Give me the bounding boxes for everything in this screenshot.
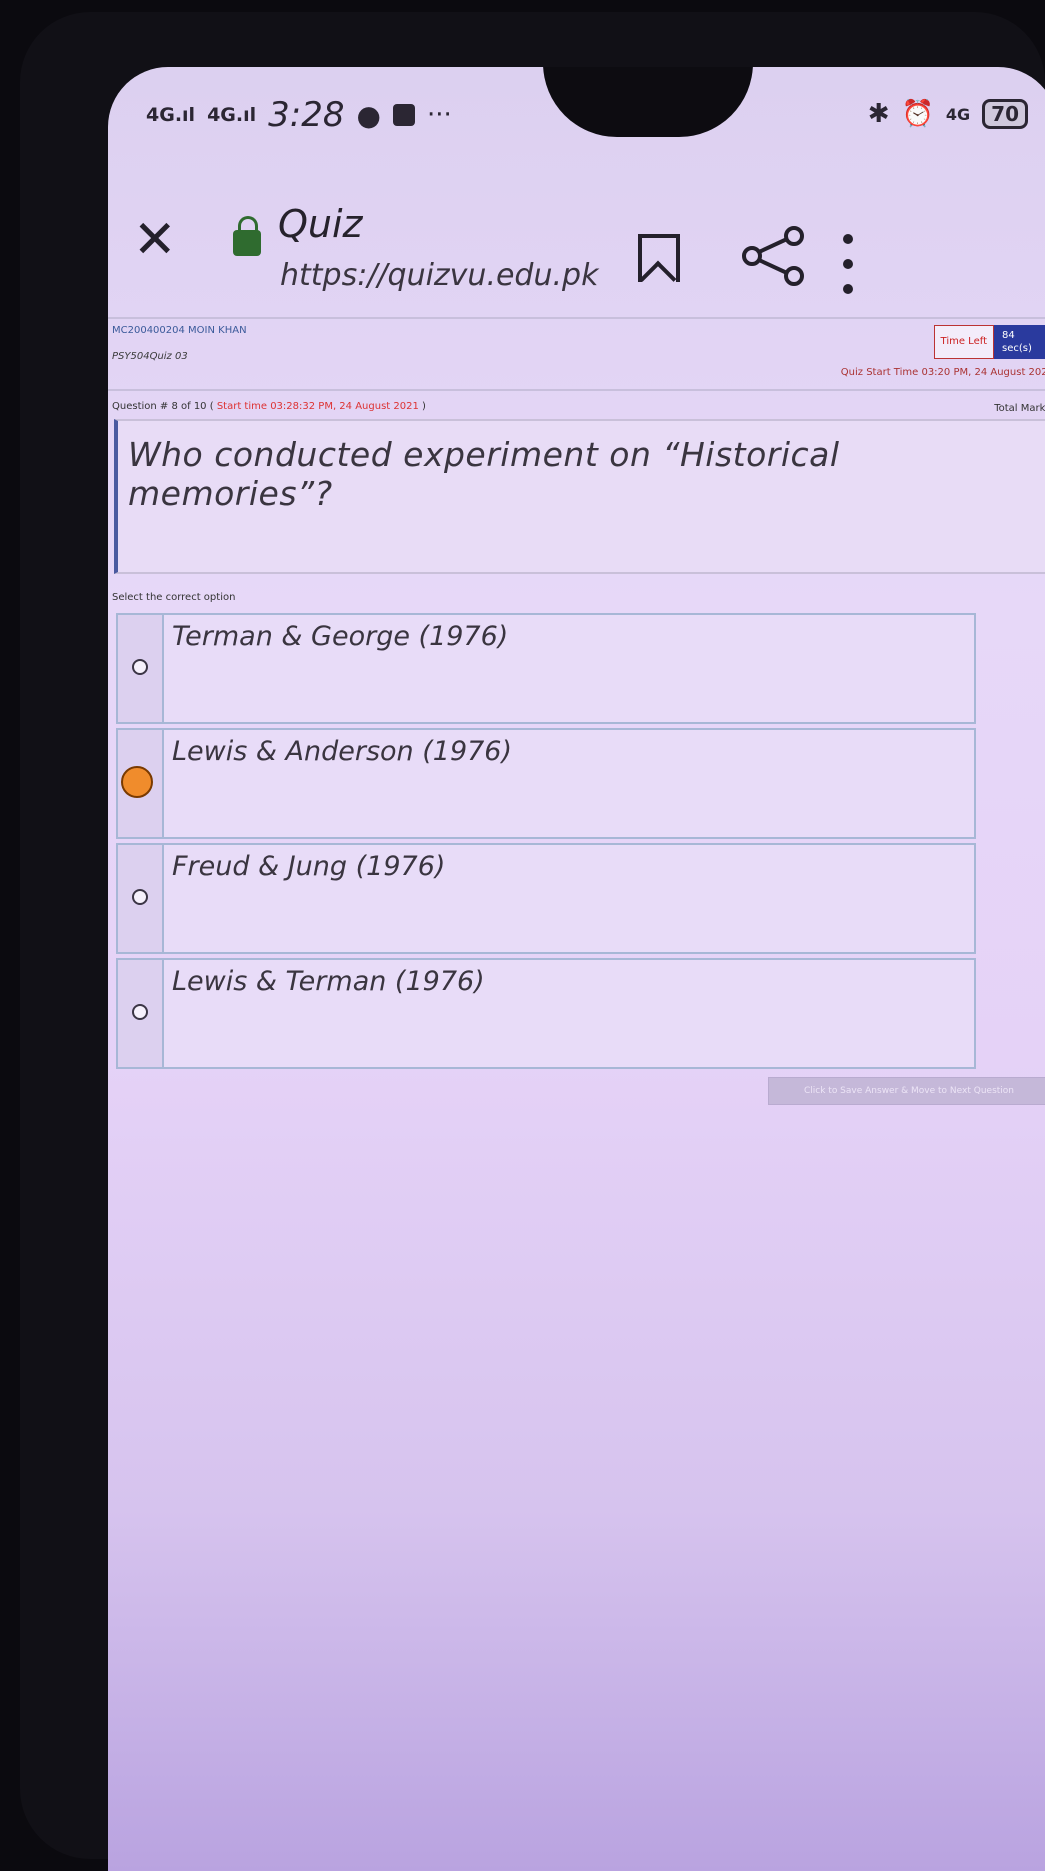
alarm-icon: ⏰ xyxy=(901,99,934,129)
network-label-2: 4G xyxy=(207,103,236,126)
student-name: MC200400204 MOIN KHAN xyxy=(112,325,247,336)
timer: Time Left 84 sec(s) xyxy=(933,325,1045,359)
radio-button[interactable] xyxy=(132,889,148,905)
option-radio-cell[interactable] xyxy=(118,615,164,722)
time-left-value: 84 sec(s) xyxy=(994,325,1045,359)
lock-icon[interactable] xyxy=(233,216,261,256)
battery-icon: 70 xyxy=(982,99,1028,129)
select-option-label: Select the correct option xyxy=(112,592,236,603)
bookmark-icon[interactable] xyxy=(638,234,680,282)
option-text[interactable]: Freud & Jung (1976) xyxy=(164,845,453,952)
network-label-right: 4G xyxy=(945,104,971,124)
signal-icon: 4G.ıl xyxy=(146,103,196,126)
quiz-code: PSY504Quiz 03 xyxy=(112,351,188,362)
option-3[interactable]: Freud & Jung (1976) xyxy=(116,843,976,954)
question-start-time: Start time 03:28:32 PM, 24 August 2021 xyxy=(213,401,423,412)
bluetooth-icon: ✱ xyxy=(867,99,890,129)
radio-button-selected[interactable] xyxy=(121,766,153,798)
time-left-label: Time Left xyxy=(933,325,994,359)
total-marks: Total Marks: xyxy=(994,403,1045,414)
network-label-1: 4G xyxy=(146,103,175,126)
save-next-button[interactable]: Click to Save Answer & Move to Next Ques… xyxy=(768,1077,1045,1105)
option-radio-cell[interactable] xyxy=(118,960,164,1067)
radio-button[interactable] xyxy=(132,1004,148,1020)
status-left: 4G.ıl 4G.ıl 3:28 ● ··· xyxy=(146,95,452,135)
radio-button[interactable] xyxy=(132,659,148,675)
option-2[interactable]: Lewis & Anderson (1976) xyxy=(116,728,976,839)
option-text[interactable]: Lewis & Anderson (1976) xyxy=(164,730,520,837)
time-left-number: 84 xyxy=(1002,330,1015,341)
more-vert-icon[interactable] xyxy=(838,234,858,294)
question-number-text: Question # 8 of 10 ( xyxy=(112,401,214,412)
option-4[interactable]: Lewis & Terman (1976) xyxy=(116,958,976,1069)
option-radio-cell[interactable] xyxy=(118,845,164,952)
option-text[interactable]: Terman & George (1976) xyxy=(164,615,516,722)
phone-frame: 4G.ıl 4G.ıl 3:28 ● ··· ✱ ⏰ 4G 70 ✕ Quiz … xyxy=(20,12,1045,1871)
question-text: Who conducted experiment on “Historical … xyxy=(128,435,840,513)
phone-screen: 4G.ıl 4G.ıl 3:28 ● ··· ✱ ⏰ 4G 70 ✕ Quiz … xyxy=(108,67,1045,1871)
options-list: Terman & George (1976) Lewis & Anderson … xyxy=(116,613,976,1069)
share-icon[interactable] xyxy=(738,226,808,286)
facebook-icon xyxy=(392,104,415,126)
option-1[interactable]: Terman & George (1976) xyxy=(116,613,976,724)
time-left-unit: sec(s) xyxy=(1002,343,1032,354)
signal-icon-2: 4G.ıl xyxy=(207,103,257,126)
message-icon: ● xyxy=(356,98,381,132)
option-text[interactable]: Lewis & Terman (1976) xyxy=(164,960,493,1067)
question-start-close: ) xyxy=(422,401,426,412)
status-time: 3:28 xyxy=(268,95,345,135)
browser-toolbar: ✕ Quiz https://quizvu.edu.pk xyxy=(108,162,1045,312)
question-box: Who conducted experiment on “Historical … xyxy=(114,419,1045,574)
status-right: ✱ ⏰ 4G 70 xyxy=(868,99,1028,129)
question-header: Question # 8 of 10 ( Start time 03:28:32… xyxy=(108,391,1045,419)
quiz-page: MC200400204 MOIN KHAN PSY504Quiz 03 Time… xyxy=(108,317,1045,1105)
question-number: Question # 8 of 10 ( Start time 03:28:32… xyxy=(112,401,426,412)
page-url[interactable]: https://quizvu.edu.pk xyxy=(280,258,598,293)
more-notifications-icon: ··· xyxy=(426,100,452,130)
close-icon[interactable]: ✕ xyxy=(133,210,177,270)
quiz-start-time: Quiz Start Time 03:20 PM, 24 August 2021 xyxy=(840,367,1045,378)
page-title: Quiz xyxy=(278,202,363,246)
quiz-info-bar: MC200400204 MOIN KHAN PSY504Quiz 03 Time… xyxy=(108,317,1045,391)
option-radio-cell[interactable] xyxy=(118,730,164,837)
